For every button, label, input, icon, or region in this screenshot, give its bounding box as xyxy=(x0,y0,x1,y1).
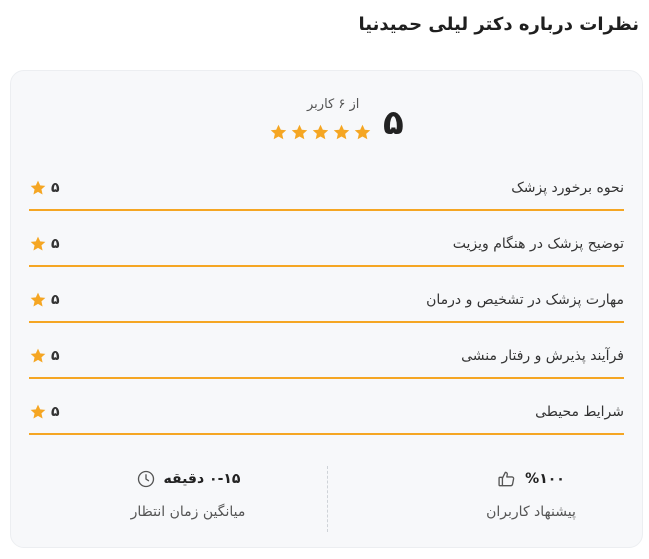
reviews-card: ۵ از ۶ کاربر نحوه برخورد پزشک ۵ توضیح پز… xyxy=(10,70,643,548)
criteria-row: شرایط محیطی ۵ xyxy=(29,395,624,435)
star-icon xyxy=(30,292,46,307)
criteria-label: نحوه برخورد پزشک xyxy=(511,180,624,196)
criteria-score-value: ۵ xyxy=(51,404,60,420)
star-icon xyxy=(30,348,46,363)
criteria-score: ۵ xyxy=(29,179,60,197)
overall-score: ۵ از ۶ کاربر xyxy=(270,93,421,153)
criteria-score-value: ۵ xyxy=(51,236,60,252)
star-icon xyxy=(30,404,46,419)
criteria-label: توضیح پزشک در هنگام ویزیت xyxy=(452,236,624,252)
star-icon xyxy=(312,124,329,140)
criteria-score: ۵ xyxy=(29,291,60,309)
recommend-stat: %۱۰۰ پیشنهاد کاربران xyxy=(406,466,649,520)
wait-time-stat: ۰-۱۵ دقیقه میانگین زمان انتظار xyxy=(63,466,313,520)
star-icon xyxy=(270,124,287,140)
wait-time-label: میانگین زمان انتظار xyxy=(130,504,246,520)
criteria-row: مهارت پزشک در تشخیص و درمان ۵ xyxy=(29,283,624,323)
criteria-score: ۵ xyxy=(29,347,60,365)
criteria-score-value: ۵ xyxy=(51,180,60,196)
footer-divider xyxy=(327,466,328,532)
criteria-row: فرآیند پذیرش و رفتار منشی ۵ xyxy=(29,339,624,379)
star-icon xyxy=(354,124,371,140)
star-icon xyxy=(30,180,46,195)
criteria-score: ۵ xyxy=(29,403,60,421)
star-icon xyxy=(333,124,350,140)
overall-stars xyxy=(269,123,372,142)
recommend-value: %۱۰۰ xyxy=(525,471,565,487)
stats-footer: %۱۰۰ پیشنهاد کاربران ۰-۱۵ دقیقه میانگین … xyxy=(11,466,642,532)
criteria-row: توضیح پزشک در هنگام ویزیت ۵ xyxy=(29,227,624,267)
criteria-score: ۵ xyxy=(29,235,60,253)
rating-count: از ۶ کاربر xyxy=(307,97,360,112)
clock-icon xyxy=(137,470,154,488)
recommend-label: پیشنهاد کاربران xyxy=(486,504,576,520)
criteria-score-value: ۵ xyxy=(51,292,60,308)
star-icon xyxy=(291,124,308,140)
criteria-score-value: ۵ xyxy=(51,348,60,364)
thumbs-up-icon xyxy=(498,471,515,487)
page-title: نظرات درباره دکتر لیلی حمیدنیا xyxy=(358,14,640,35)
criteria-label: فرآیند پذیرش و رفتار منشی xyxy=(461,348,624,364)
criteria-label: شرایط محیطی xyxy=(535,404,624,420)
star-icon xyxy=(30,236,46,251)
wait-time-value: ۰-۱۵ دقیقه xyxy=(163,471,241,487)
criteria-row: نحوه برخورد پزشک ۵ xyxy=(29,171,624,211)
overall-score-value: ۵ xyxy=(383,103,404,143)
criteria-label: مهارت پزشک در تشخیص و درمان xyxy=(426,292,624,308)
